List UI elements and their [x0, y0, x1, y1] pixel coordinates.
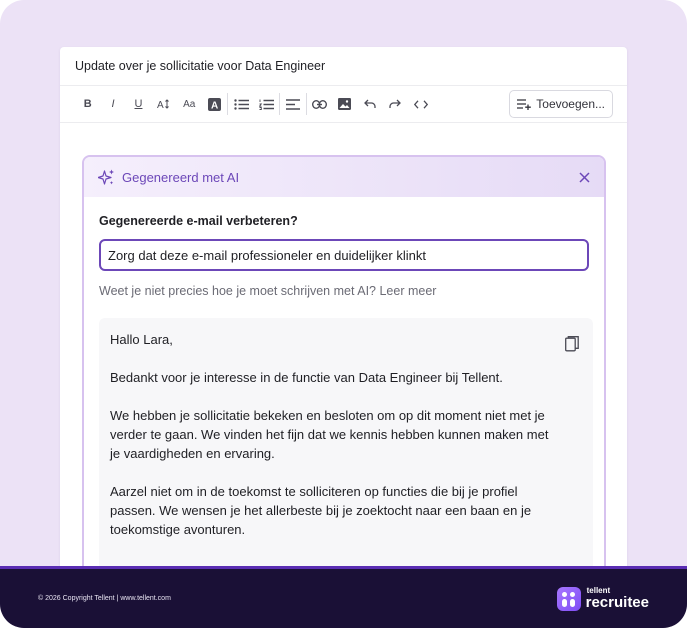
bold-button[interactable]: B — [75, 92, 100, 116]
ai-panel-title: Gegenereerd met AI — [122, 169, 240, 185]
prompt-input[interactable] — [99, 239, 589, 271]
redo-button[interactable] — [383, 92, 408, 116]
sparkle-icon — [98, 169, 114, 185]
help-text: Weet je niet precies hoe je moet schrijv… — [99, 284, 589, 298]
close-icon[interactable] — [579, 168, 590, 186]
image-button[interactable] — [332, 92, 357, 116]
underline-button[interactable]: U — [126, 92, 151, 116]
font-size-icon: A — [157, 99, 169, 110]
email-paragraph: We hebben je sollicitatie bekeken en bes… — [110, 408, 549, 461]
image-icon — [338, 98, 352, 110]
editor-toolbar: B I U A Aa A Toevoegen... — [60, 86, 627, 123]
redo-icon — [389, 99, 402, 108]
undo-icon — [364, 99, 376, 108]
page-background: Update over je sollicitatie voor Data En… — [0, 0, 687, 628]
learn-more-link[interactable]: Leer meer — [379, 284, 436, 298]
link-icon — [311, 99, 327, 109]
bullet-list-icon — [233, 98, 249, 110]
svg-text:A: A — [157, 100, 164, 110]
undo-button[interactable] — [357, 92, 382, 116]
numbered-list-icon — [258, 99, 274, 110]
help-question: Weet je niet precies hoe je moet schrijv… — [99, 284, 376, 298]
align-button[interactable] — [280, 92, 305, 116]
align-left-icon — [285, 98, 300, 110]
brand-logo: tellent recruitee — [556, 586, 649, 611]
font-size-button[interactable]: A — [151, 92, 176, 116]
email-paragraph: Aarzel niet om in de toekomst te sollici… — [110, 484, 532, 537]
email-greeting: Hallo Lara, — [110, 332, 173, 347]
numbered-list-button[interactable] — [254, 92, 279, 116]
prompt-label: Gegenereerde e-mail verbeteren? — [99, 214, 298, 228]
link-button[interactable] — [307, 92, 332, 116]
subject-field[interactable]: Update over je sollicitatie voor Data En… — [60, 47, 627, 86]
ai-panel-header: Gegenereerd met AI — [84, 157, 604, 197]
code-button[interactable] — [408, 92, 433, 116]
insert-button[interactable]: Toevoegen... — [509, 90, 613, 118]
insert-button-label: Toevoegen... — [536, 97, 605, 111]
brand-main-text: recruitee — [585, 594, 649, 611]
generated-email-box: Hallo Lara, Bedankt voor je interesse in… — [99, 318, 593, 578]
subject-text: Update over je sollicitatie voor Data En… — [75, 59, 326, 73]
ai-generated-panel: Gegenereerd met AI Gegenereerde e-mail v… — [82, 155, 606, 585]
recruitee-logo-icon — [556, 586, 581, 611]
copy-icon[interactable] — [565, 336, 579, 357]
text-case-button[interactable]: Aa — [177, 92, 202, 116]
text-color-icon: A — [208, 97, 222, 111]
text-color-button[interactable]: A — [202, 92, 227, 116]
italic-button[interactable]: I — [100, 92, 125, 116]
svg-text:A: A — [211, 100, 218, 111]
code-icon — [413, 99, 428, 109]
copyright-text: © 2026 Copyright Tellent | www.tellent.c… — [38, 595, 171, 602]
bullet-list-button[interactable] — [228, 92, 253, 116]
email-paragraph: Bedankt voor je interesse in de functie … — [110, 370, 503, 385]
insert-icon — [517, 98, 532, 110]
footer: © 2026 Copyright Tellent | www.tellent.c… — [0, 566, 687, 628]
